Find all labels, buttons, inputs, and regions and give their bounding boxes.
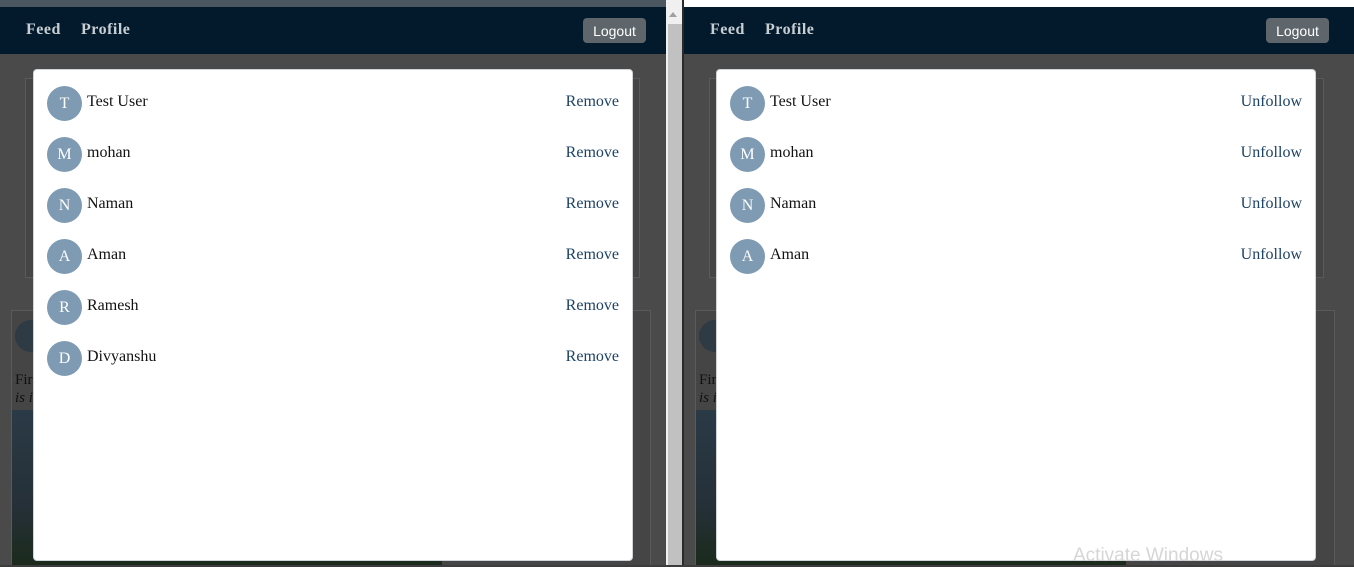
background-post-caption: is i	[15, 390, 33, 406]
list-item: A Aman Remove	[47, 239, 619, 275]
remove-button[interactable]: Remove	[566, 297, 619, 315]
logout-button[interactable]: Logout	[583, 18, 646, 43]
nav-profile-link[interactable]: Profile	[81, 21, 130, 39]
user-name[interactable]: Aman	[87, 246, 126, 264]
unfollow-button[interactable]: Unfollow	[1241, 246, 1302, 264]
list-item: M mohan Unfollow	[730, 137, 1302, 173]
window-top-strip	[0, 0, 666, 7]
avatar: A	[47, 239, 82, 274]
avatar: M	[47, 137, 82, 172]
avatar: D	[47, 341, 82, 376]
nav-feed-link[interactable]: Feed	[26, 21, 61, 39]
remove-button[interactable]: Remove	[566, 246, 619, 264]
nav-profile-link[interactable]: Profile	[765, 21, 814, 39]
list-item: N Naman Remove	[47, 188, 619, 224]
navbar: Feed Profile Logout	[0, 7, 666, 54]
list-item: N Naman Unfollow	[730, 188, 1302, 224]
background-post-caption: is i	[699, 390, 717, 406]
avatar: M	[730, 137, 765, 172]
window-top-strip	[684, 0, 1354, 7]
avatar: A	[730, 239, 765, 274]
nav-feed-link[interactable]: Feed	[710, 21, 745, 39]
background-post-title: Fir	[15, 372, 33, 388]
unfollow-button[interactable]: Unfollow	[1241, 144, 1302, 162]
unfollow-button[interactable]: Unfollow	[1241, 195, 1302, 213]
avatar: N	[730, 188, 765, 223]
left-browser-pane: Feed Profile Logout Fir is i T Test User…	[0, 0, 666, 565]
remove-button[interactable]: Remove	[566, 195, 619, 213]
list-item: D Divyanshu Remove	[47, 341, 619, 377]
unfollow-button[interactable]: Unfollow	[1241, 93, 1302, 111]
logout-button[interactable]: Logout	[1266, 18, 1329, 43]
list-item: T Test User Unfollow	[730, 86, 1302, 122]
activate-windows-watermark: Activate Windows	[1073, 545, 1223, 566]
user-name[interactable]: Naman	[87, 195, 133, 213]
user-name[interactable]: Aman	[770, 246, 809, 264]
following-modal: T Test User Unfollow M mohan Unfollow N …	[716, 69, 1316, 561]
user-name[interactable]: mohan	[770, 144, 814, 162]
remove-button[interactable]: Remove	[566, 348, 619, 366]
avatar: N	[47, 188, 82, 223]
user-name[interactable]: Test User	[87, 93, 148, 111]
remove-button[interactable]: Remove	[566, 93, 619, 111]
user-name[interactable]: Naman	[770, 195, 816, 213]
avatar: R	[47, 290, 82, 325]
scroll-up-arrow-icon[interactable]	[669, 12, 677, 17]
right-browser-pane: Feed Profile Logout Fir is i T Test User…	[684, 0, 1354, 565]
list-item: R Ramesh Remove	[47, 290, 619, 326]
user-name[interactable]: mohan	[87, 144, 131, 162]
navbar: Feed Profile Logout	[684, 7, 1354, 54]
user-name[interactable]: Divyanshu	[87, 348, 156, 366]
followers-modal: T Test User Remove M mohan Remove N Nama…	[33, 69, 633, 561]
user-name[interactable]: Ramesh	[87, 297, 139, 315]
avatar: T	[47, 86, 82, 121]
list-item: M mohan Remove	[47, 137, 619, 173]
scrollbar-thumb[interactable]	[668, 24, 682, 565]
avatar: T	[730, 86, 765, 121]
list-item: T Test User Remove	[47, 86, 619, 122]
list-item: A Aman Unfollow	[730, 239, 1302, 275]
remove-button[interactable]: Remove	[566, 144, 619, 162]
background-post-title: Fir	[699, 372, 717, 388]
user-name[interactable]: Test User	[770, 93, 831, 111]
